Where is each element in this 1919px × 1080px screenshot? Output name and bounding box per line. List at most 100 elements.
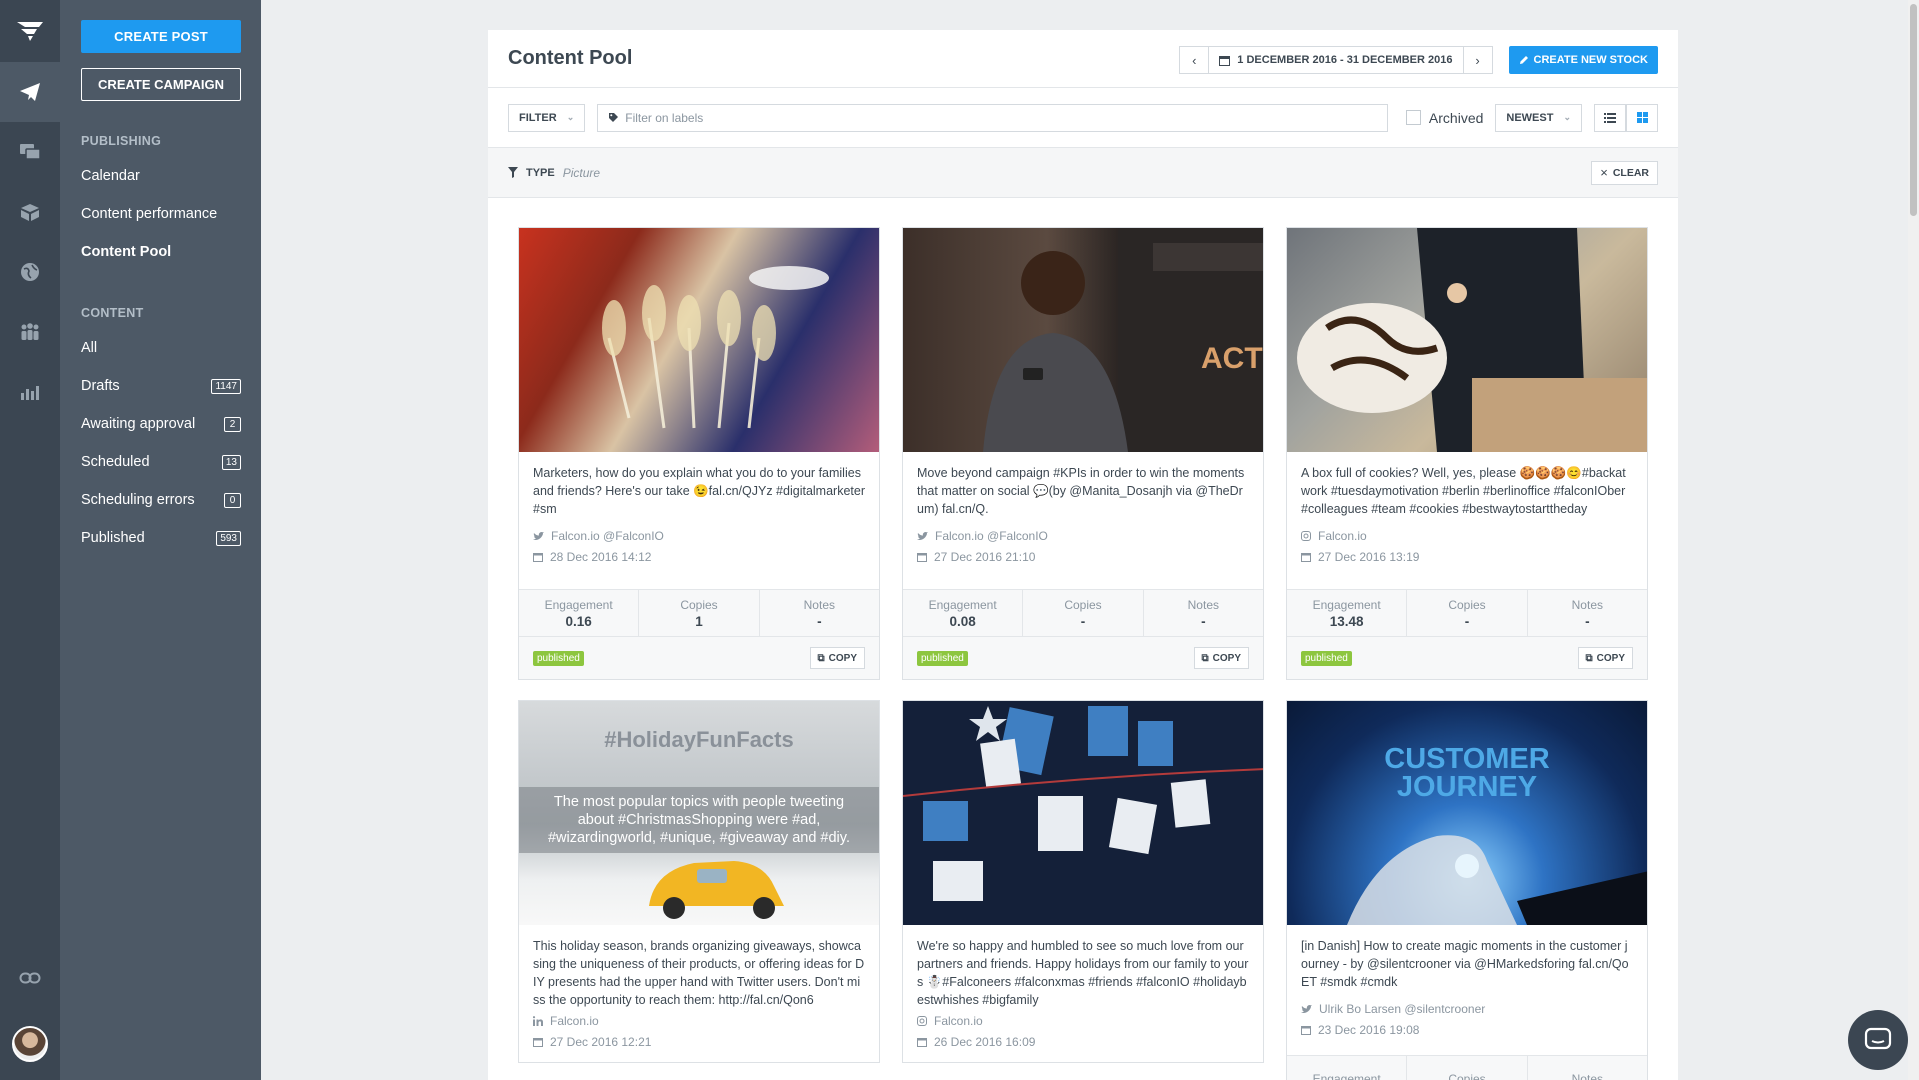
stat-label: Notes [1187,597,1219,612]
clear-filter-button[interactable]: × CLEAR [1591,160,1658,185]
post-image-man-phone[interactable]: ACT [903,228,1263,452]
sidebar-item-label: Published [81,530,145,546]
stat-label: Notes [1571,597,1603,612]
clear-filter-label: CLEAR [1612,166,1649,179]
author-name: Falcon.io [934,1014,983,1028]
content-card[interactable]: A box full of cookies? Well, yes, please… [1286,227,1648,680]
content-card[interactable]: Marketers, how do you explain what you d… [518,227,880,680]
type-filter-value: Picture [562,165,601,180]
post-image-customer-journey[interactable]: CUSTOMER JOURNEY [1287,701,1647,925]
post-stats: Engagement Copies Notes [1287,1055,1647,1080]
archived-toggle[interactable]: Archived [1405,110,1483,126]
post-image-holiday-fun-facts[interactable]: #HolidayFunFacts The most popular topics… [519,701,879,925]
listen-globe-icon[interactable] [0,242,60,302]
copy-button[interactable]: ⧉ COPY [809,647,865,669]
previous-period-button[interactable]: ‹ [1179,46,1210,74]
calendar-icon [1301,553,1311,562]
stat-value: 13.48 [1329,613,1364,629]
date-label: 23 Dec 2016 19:08 [1318,1023,1420,1037]
post-image-celebration[interactable] [519,228,879,452]
stat-label: Copies [1448,597,1486,612]
instagram-icon [1301,531,1311,541]
post-image-holiday-cards[interactable] [903,701,1263,925]
stat-label: Copies [1064,597,1102,612]
stat-value: - [1080,613,1086,629]
chat-launcher-button[interactable] [1848,1010,1908,1070]
card-footer: published ⧉ COPY [1287,637,1647,679]
scrollbar-thumb[interactable] [1910,4,1917,216]
page-scrollbar[interactable] [1908,0,1919,1080]
filter-bar: FILTER ⌄ Filter on labels Archived NEWES… [488,88,1678,148]
calendar-icon [1301,1026,1311,1035]
filter-dropdown[interactable]: FILTER ⌄ [508,103,586,132]
content-card[interactable]: We're so happy and humbled to see so muc… [902,700,1264,1063]
status-badge: published [533,650,584,666]
audience-people-icon[interactable] [0,302,60,362]
post-text: This holiday season, brands organizing g… [533,939,865,1007]
content-card[interactable]: #HolidayFunFacts The most popular topics… [518,700,880,1063]
sidebar-item-drafts[interactable]: Drafts 1147 [81,378,241,394]
link-icon[interactable] [0,948,60,1008]
sidebar-item-scheduled[interactable]: Scheduled 13 [81,454,241,470]
stat-label: Copies [680,597,718,612]
count-badge: 593 [216,530,241,546]
publish-paper-plane-icon[interactable] [0,62,60,122]
tag-icon [609,113,619,122]
post-date: 27 Dec 2016 21:10 [917,548,1249,566]
grid-view-button[interactable] [1626,103,1658,132]
sidebar-item-scheduling-errors[interactable]: Scheduling errors 0 [81,492,241,508]
close-icon: × [1600,165,1608,180]
engage-chat-icon[interactable] [0,122,60,182]
status-badge: published [917,650,968,666]
copy-button[interactable]: ⧉ COPY [1193,647,1249,669]
date-navigator: ‹ 1 DECEMBER 2016 - 31 DECEMBER 2016 › C… [1179,46,1658,74]
user-avatar[interactable] [0,1008,60,1080]
post-text: A box full of cookies? Well, yes, please… [1301,466,1626,516]
stat-label: Notes [1571,1072,1603,1080]
post-stats: Engagement 0.16 Copies 1 Notes - [519,589,879,637]
stat-label: Engagement [928,597,997,612]
sidebar-item-awaiting-approval[interactable]: Awaiting approval 2 [81,416,241,432]
list-view-button[interactable] [1594,103,1626,132]
content-pool-panel: Content Pool ‹ 1 DECEMBER 2016 - 31 DECE… [488,30,1678,1080]
content-card[interactable]: ACT Move beyond campaign #KPIs in order … [902,227,1264,680]
view-toggle [1594,103,1658,132]
stat-label: Copies [1448,1072,1486,1080]
post-image-cookies[interactable] [1287,228,1647,452]
copies-stat: Copies 1 [639,590,760,636]
card-footer: published ⧉ COPY [519,637,879,679]
notes-stat: Notes - [760,590,879,636]
label-filter-placeholder: Filter on labels [625,110,704,125]
sort-dropdown[interactable]: NEWEST ⌄ [1495,103,1582,132]
copy-icon: ⧉ [817,652,825,664]
author-name: Falcon.io [1318,529,1367,543]
list-icon [1604,112,1616,123]
post-date: 27 Dec 2016 12:21 [533,1033,865,1051]
sidebar-item-published[interactable]: Published 593 [81,530,241,546]
copies-stat: Copies - [1407,590,1528,636]
sidebar-item-content-performance[interactable]: Content performance [81,206,241,222]
post-text: We're so happy and humbled to see so muc… [917,939,1249,1007]
label-filter-input[interactable]: Filter on labels [597,103,1388,132]
create-post-button[interactable]: CREATE POST [81,20,241,53]
sidebar-item-calendar[interactable]: Calendar [81,168,241,184]
content-card[interactable]: CUSTOMER JOURNEY [in Danish] How to crea… [1286,700,1648,1080]
copy-button[interactable]: ⧉ COPY [1577,647,1633,669]
sidebar-item-all[interactable]: All [81,340,241,356]
stat-value: 0.16 [565,613,592,629]
sidebar-item-content-pool[interactable]: Content Pool [81,244,241,260]
post-author: Ulrik Bo Larsen @silentcrooner [1301,1000,1633,1018]
stat-value: - [1585,613,1590,629]
analytics-bar-chart-icon[interactable] [0,362,60,422]
notes-stat: Notes [1528,1056,1647,1080]
falcon-logo-icon[interactable] [0,0,60,62]
create-campaign-button[interactable]: CREATE CAMPAIGN [81,68,241,101]
create-new-stock-button[interactable]: CREATE NEW STOCK [1508,46,1658,74]
post-text: Move beyond campaign #KPIs in order to w… [917,466,1245,516]
archived-checkbox[interactable] [1405,110,1421,125]
sidebar-item-label: Scheduling errors [81,492,195,508]
icon-rail [0,0,60,1080]
date-range-picker[interactable]: 1 DECEMBER 2016 - 31 DECEMBER 2016 [1209,46,1463,74]
content-box-icon[interactable] [0,182,60,242]
next-period-button[interactable]: › [1462,46,1493,74]
